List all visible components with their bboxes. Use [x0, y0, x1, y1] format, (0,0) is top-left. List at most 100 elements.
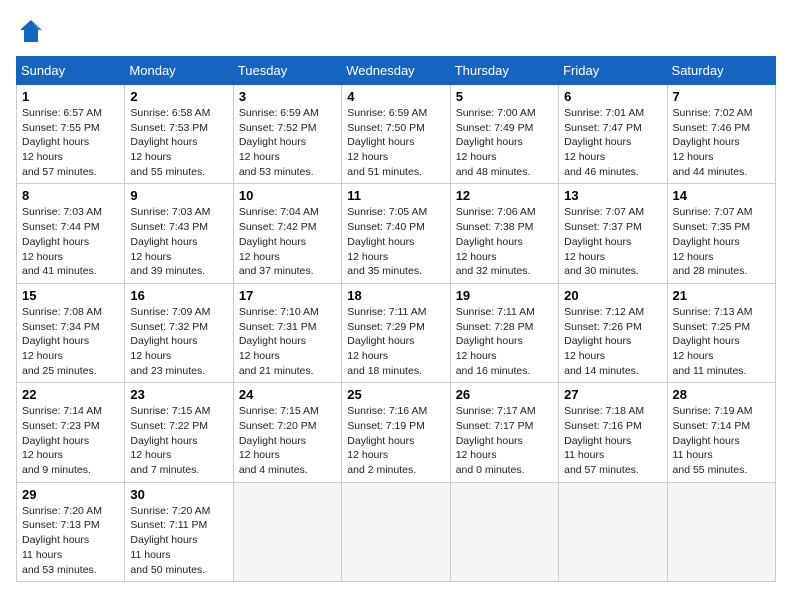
day-info: Sunrise: 7:03 AMSunset: 7:44 PMDaylight … [22, 205, 119, 278]
day-number: 21 [673, 288, 770, 303]
day-number: 15 [22, 288, 119, 303]
calendar-cell: 27Sunrise: 7:18 AMSunset: 7:16 PMDayligh… [559, 383, 667, 482]
day-number: 24 [239, 387, 336, 402]
day-number: 2 [130, 89, 227, 104]
calendar-cell: 24 Sunrise: 7:15 AMSunset: 7:20 PMDayligh… [233, 383, 341, 482]
week-row-2: 8 Sunrise: 7:03 AMSunset: 7:44 PMDaylight… [17, 184, 776, 283]
week-row-1: 1 Sunrise: 6:57 AMSunset: 7:55 PMDaylight… [17, 85, 776, 184]
day-info: Sunrise: 7:15 AMSunset: 7:22 PMDaylight … [130, 404, 227, 477]
calendar-cell: 10 Sunrise: 7:04 AMSunset: 7:42 PMDayligh… [233, 184, 341, 283]
day-number: 20 [564, 288, 661, 303]
calendar-cell [233, 482, 341, 581]
calendar-cell: 4 Sunrise: 6:59 AMSunset: 7:50 PMDaylight… [342, 85, 450, 184]
day-info: Sunrise: 7:09 AMSunset: 7:32 PMDaylight … [130, 305, 227, 378]
day-info: Sunrise: 6:57 AMSunset: 7:55 PMDaylight … [22, 106, 119, 179]
calendar-cell: 19 Sunrise: 7:11 AMSunset: 7:28 PMDayligh… [450, 283, 558, 382]
calendar-cell: 6Sunrise: 7:01 AMSunset: 7:47 PMDaylight… [559, 85, 667, 184]
day-info: Sunrise: 7:19 AMSunset: 7:14 PMDaylight … [673, 404, 770, 477]
day-info: Sunrise: 7:06 AMSunset: 7:38 PMDaylight … [456, 205, 553, 278]
day-number: 18 [347, 288, 444, 303]
day-info: Sunrise: 7:08 AMSunset: 7:34 PMDaylight … [22, 305, 119, 378]
calendar-cell: 25 Sunrise: 7:16 AMSunset: 7:19 PMDayligh… [342, 383, 450, 482]
day-number: 11 [347, 188, 444, 203]
day-number: 27 [564, 387, 661, 402]
day-info: Sunrise: 6:59 AMSunset: 7:52 PMDaylight … [239, 106, 336, 179]
calendar-cell: 12 Sunrise: 7:06 AMSunset: 7:38 PMDayligh… [450, 184, 558, 283]
calendar-cell: 7 Sunrise: 7:02 AMSunset: 7:46 PMDaylight… [667, 85, 775, 184]
calendar-cell: 3 Sunrise: 6:59 AMSunset: 7:52 PMDaylight… [233, 85, 341, 184]
day-info: Sunrise: 7:07 AMSunset: 7:35 PMDaylight … [673, 205, 770, 278]
day-number: 14 [673, 188, 770, 203]
day-info: Sunrise: 7:15 AMSunset: 7:20 PMDaylight … [239, 404, 336, 477]
calendar-cell: 17 Sunrise: 7:10 AMSunset: 7:31 PMDayligh… [233, 283, 341, 382]
calendar-cell: 20 Sunrise: 7:12 AMSunset: 7:26 PMDayligh… [559, 283, 667, 382]
calendar-cell: 8 Sunrise: 7:03 AMSunset: 7:44 PMDaylight… [17, 184, 125, 283]
day-info: Sunrise: 7:01 AMSunset: 7:47 PMDaylight … [564, 106, 661, 179]
calendar-cell: 13Sunrise: 7:07 AMSunset: 7:37 PMDayligh… [559, 184, 667, 283]
calendar-cell: 15 Sunrise: 7:08 AMSunset: 7:34 PMDayligh… [17, 283, 125, 382]
day-info: Sunrise: 7:16 AMSunset: 7:19 PMDaylight … [347, 404, 444, 477]
day-info: Sunrise: 7:20 AMSunset: 7:11 PMDaylight … [130, 504, 227, 577]
day-info: Sunrise: 7:13 AMSunset: 7:25 PMDaylight … [673, 305, 770, 378]
header-row: SundayMondayTuesdayWednesdayThursdayFrid… [17, 57, 776, 85]
day-info: Sunrise: 7:02 AMSunset: 7:46 PMDaylight … [673, 106, 770, 179]
day-number: 30 [130, 487, 227, 502]
day-number: 7 [673, 89, 770, 104]
day-info: Sunrise: 7:14 AMSunset: 7:23 PMDaylight … [22, 404, 119, 477]
header-tuesday: Tuesday [233, 57, 341, 85]
calendar-cell [450, 482, 558, 581]
day-info: Sunrise: 7:11 AMSunset: 7:28 PMDaylight … [456, 305, 553, 378]
day-number: 8 [22, 188, 119, 203]
page-header [16, 16, 776, 46]
calendar-cell [667, 482, 775, 581]
day-number: 28 [673, 387, 770, 402]
logo [16, 16, 50, 46]
calendar-cell: 29 Sunrise: 7:20 AMSunset: 7:13 PMDayligh… [17, 482, 125, 581]
header-friday: Friday [559, 57, 667, 85]
day-number: 16 [130, 288, 227, 303]
calendar-cell: 18 Sunrise: 7:11 AMSunset: 7:29 PMDayligh… [342, 283, 450, 382]
calendar-cell: 16 Sunrise: 7:09 AMSunset: 7:32 PMDayligh… [125, 283, 233, 382]
day-number: 22 [22, 387, 119, 402]
day-number: 9 [130, 188, 227, 203]
day-info: Sunrise: 7:20 AMSunset: 7:13 PMDaylight … [22, 504, 119, 577]
header-monday: Monday [125, 57, 233, 85]
day-number: 23 [130, 387, 227, 402]
calendar-cell: 21 Sunrise: 7:13 AMSunset: 7:25 PMDayligh… [667, 283, 775, 382]
day-number: 1 [22, 89, 119, 104]
calendar-cell: 11 Sunrise: 7:05 AMSunset: 7:40 PMDayligh… [342, 184, 450, 283]
day-number: 25 [347, 387, 444, 402]
day-number: 17 [239, 288, 336, 303]
day-number: 26 [456, 387, 553, 402]
logo-icon [16, 16, 46, 46]
calendar-cell [342, 482, 450, 581]
calendar-cell: 23 Sunrise: 7:15 AMSunset: 7:22 PMDayligh… [125, 383, 233, 482]
calendar-cell [559, 482, 667, 581]
day-number: 19 [456, 288, 553, 303]
day-info: Sunrise: 7:11 AMSunset: 7:29 PMDaylight … [347, 305, 444, 378]
day-number: 4 [347, 89, 444, 104]
day-number: 10 [239, 188, 336, 203]
week-row-3: 15 Sunrise: 7:08 AMSunset: 7:34 PMDayligh… [17, 283, 776, 382]
calendar-cell: 28 Sunrise: 7:19 AMSunset: 7:14 PMDayligh… [667, 383, 775, 482]
day-info: Sunrise: 7:05 AMSunset: 7:40 PMDaylight … [347, 205, 444, 278]
day-info: Sunrise: 7:03 AMSunset: 7:43 PMDaylight … [130, 205, 227, 278]
calendar-cell: 5Sunrise: 7:00 AMSunset: 7:49 PMDaylight… [450, 85, 558, 184]
header-thursday: Thursday [450, 57, 558, 85]
header-saturday: Saturday [667, 57, 775, 85]
week-row-4: 22 Sunrise: 7:14 AMSunset: 7:23 PMDayligh… [17, 383, 776, 482]
day-number: 5 [456, 89, 553, 104]
calendar-cell: 2Sunrise: 6:58 AMSunset: 7:53 PMDaylight… [125, 85, 233, 184]
day-number: 29 [22, 487, 119, 502]
day-info: Sunrise: 6:59 AMSunset: 7:50 PMDaylight … [347, 106, 444, 179]
day-info: Sunrise: 7:12 AMSunset: 7:26 PMDaylight … [564, 305, 661, 378]
calendar-cell: 22 Sunrise: 7:14 AMSunset: 7:23 PMDayligh… [17, 383, 125, 482]
header-sunday: Sunday [17, 57, 125, 85]
day-info: Sunrise: 7:10 AMSunset: 7:31 PMDaylight … [239, 305, 336, 378]
day-number: 12 [456, 188, 553, 203]
calendar-cell: 26Sunrise: 7:17 AMSunset: 7:17 PMDayligh… [450, 383, 558, 482]
day-info: Sunrise: 7:04 AMSunset: 7:42 PMDaylight … [239, 205, 336, 278]
day-number: 3 [239, 89, 336, 104]
calendar-cell: 9 Sunrise: 7:03 AMSunset: 7:43 PMDaylight… [125, 184, 233, 283]
calendar-cell: 30 Sunrise: 7:20 AMSunset: 7:11 PMDayligh… [125, 482, 233, 581]
